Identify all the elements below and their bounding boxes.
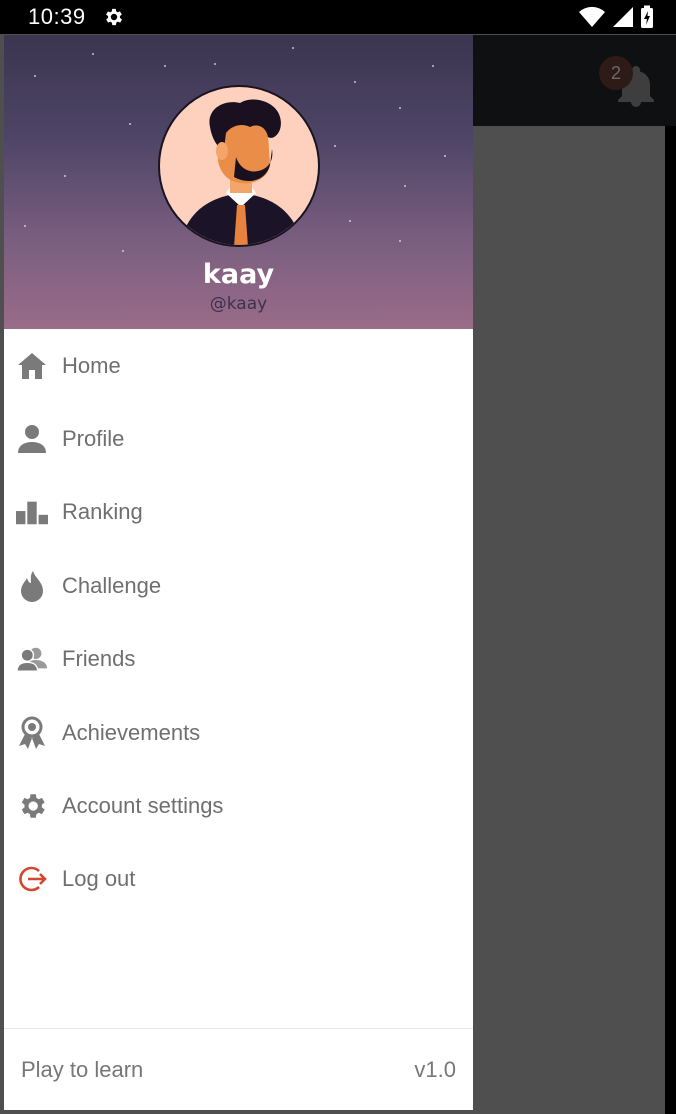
star (24, 225, 26, 227)
star (92, 53, 94, 55)
menu-item-home[interactable]: Home (4, 329, 473, 402)
star (399, 107, 401, 109)
star (122, 250, 124, 252)
podium-icon (16, 496, 48, 528)
notification-badge[interactable]: 2 (599, 56, 633, 90)
menu-label: Challenge (62, 572, 162, 598)
navigation-drawer: kaay @kaay Home Profile Ranking Challeng… (4, 35, 473, 1110)
menu-label: Ranking (62, 499, 143, 525)
app-version: v1.0 (414, 1057, 456, 1082)
menu-label: Home (62, 352, 121, 378)
award-ribbon-icon (16, 716, 48, 749)
star (64, 175, 66, 177)
person-icon (16, 423, 48, 455)
menu-item-ranking[interactable]: Ranking (4, 476, 473, 549)
star (164, 65, 166, 67)
wifi-icon (579, 6, 605, 27)
menu-item-log-out[interactable]: Log out (4, 843, 473, 916)
menu-item-challenge[interactable]: Challenge (4, 549, 473, 622)
gear-icon (16, 790, 48, 822)
flame-icon (16, 570, 48, 602)
menu-item-profile[interactable]: Profile (4, 402, 473, 475)
screen-edge (665, 126, 676, 1114)
menu-item-achievements[interactable]: Achievements (4, 696, 473, 769)
star (292, 47, 294, 49)
menu-label: Profile (62, 426, 125, 452)
drawer-footer: Play to learn v1.0 (4, 1028, 473, 1110)
star (214, 63, 216, 65)
menu-label: Log out (62, 866, 136, 892)
friends-icon (16, 643, 48, 675)
star (34, 75, 36, 77)
star (334, 145, 336, 147)
drawer-header: kaay @kaay (4, 35, 473, 329)
menu-label: Friends (62, 646, 136, 672)
signal-icon (613, 7, 633, 27)
battery-charging-icon (641, 5, 653, 28)
avatar-illustration (180, 99, 302, 245)
menu-item-friends[interactable]: Friends (4, 623, 473, 696)
menu-item-account-settings[interactable]: Account settings (4, 769, 473, 842)
settings-icon (106, 8, 122, 26)
star (432, 65, 434, 67)
star (354, 81, 356, 83)
footer-tagline: Play to learn (21, 1057, 144, 1082)
star (349, 220, 351, 222)
menu-label: Achievements (62, 719, 201, 745)
status-icons (578, 5, 654, 29)
star (399, 240, 401, 242)
star (444, 155, 446, 157)
user-handle: @kaay (209, 294, 268, 314)
user-name: kaay (202, 259, 275, 290)
menu-label: Account settings (62, 793, 224, 819)
screen: 10:39 2 kaay @kaay Home Profile Ranking … (0, 0, 676, 1114)
status-bar: 10:39 (0, 0, 676, 34)
star (129, 123, 131, 125)
star (404, 185, 406, 187)
status-time: 10:39 (28, 4, 86, 29)
logout-icon (16, 863, 48, 895)
drawer-menu: Home Profile Ranking Challenge Friends A… (4, 329, 473, 916)
home-icon (16, 350, 48, 382)
avatar[interactable] (158, 85, 320, 247)
